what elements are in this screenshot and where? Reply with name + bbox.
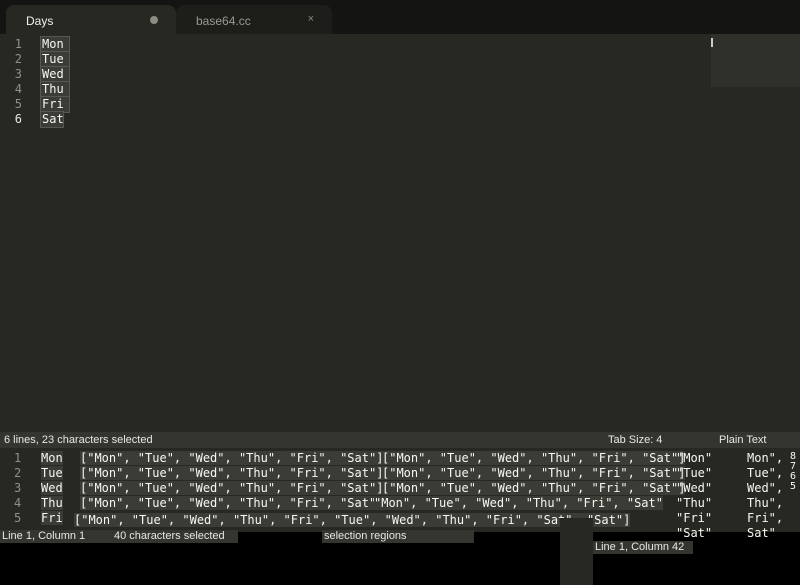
status-characters-selected: 40 characters selected: [112, 530, 238, 543]
code-line[interactable]: Wed: [42, 67, 64, 81]
tab-bar: Days base64.cc ×: [0, 0, 800, 34]
status-selection-regions: selection regions: [322, 530, 474, 543]
code-line[interactable]: Sat: [42, 112, 64, 126]
glitch-word: "Sat": [676, 526, 713, 540]
editor-pane[interactable]: 1 2 3 4 5 6 Mon Tue Wed Thu Fri Sat: [0, 34, 800, 432]
tab-days[interactable]: Days: [6, 5, 176, 34]
line-number: 3: [14, 67, 22, 81]
glitch-array: ["Mon", "Tue", "Wed", "Thu", "Fri", "Sat…: [80, 496, 384, 510]
glitch-word: "Mon": [676, 451, 713, 465]
glitch-word: Tue: [41, 466, 63, 480]
line-number: 4: [14, 82, 22, 96]
line-number: 1: [14, 451, 22, 465]
glitch-number: 5: [790, 481, 797, 492]
glitch-array: "Mon", "Tue", "Wed", "Thu", "Fri", "Sat": [374, 496, 663, 510]
code-line[interactable]: Thu: [42, 82, 64, 96]
glitch-word: "Fri": [676, 511, 713, 525]
status-line-column-2: Line 1, Column 42: [593, 541, 693, 554]
glitch-word: "Wed": [676, 481, 713, 495]
minimap-caret: [711, 38, 713, 47]
glitch-word: Tue",: [747, 466, 784, 480]
tab-base64[interactable]: base64.cc ×: [176, 5, 332, 34]
tab-label: base64.cc: [196, 14, 251, 28]
minimap[interactable]: [711, 34, 800, 87]
line-number: 4: [14, 496, 22, 510]
glitch-word: "Thu": [676, 496, 713, 510]
line-number: 2: [14, 52, 22, 66]
glitch-word: Mon",: [747, 451, 784, 465]
line-number: 5: [14, 511, 22, 525]
syntax-button[interactable]: Plain Text: [719, 434, 767, 446]
glitch-word: Wed",: [747, 481, 784, 495]
render-glitch-area: 1 2 3 4 5 Mon Tue Wed Thu Fri ["Mon", "T…: [0, 448, 800, 585]
glitch-word: Thu",: [747, 496, 784, 510]
glitch-array: ["Mon", "Tue", "Wed", "Thu", "Fri", "Sat…: [80, 466, 384, 480]
code-line[interactable]: Tue: [42, 52, 64, 66]
glitch-array: ["Mon", "Tue", "Wed", "Thu", "Fri", "Sat…: [382, 481, 686, 495]
line-number: 3: [14, 481, 22, 495]
glitch-array: ["Mon", "Tue", "Wed", "Thu", "Fri", "Sat…: [382, 466, 686, 480]
status-line-column: Line 1, Column 1: [0, 530, 112, 543]
glitch-word: Thu: [41, 496, 63, 510]
glitch-array: ["Mon", "Tue", "Wed", "Thu", "Fri", "Sat…: [80, 481, 384, 495]
glitch-word: "Tue": [676, 466, 713, 480]
tab-label: Days: [26, 14, 54, 28]
status-bar: 6 lines, 23 characters selected Tab Size…: [0, 432, 800, 448]
glitch-block: [560, 518, 593, 585]
glitch-array: ["Mon", "Tue", "Wed", "Thu", "Fri", "Sat…: [80, 451, 384, 465]
line-number: 1: [14, 37, 22, 51]
unsaved-dot-icon[interactable]: [150, 16, 158, 24]
line-number: 5: [14, 97, 22, 111]
glitch-word: Fri",: [747, 511, 784, 525]
glitch-word: Wed: [41, 481, 63, 495]
glitch-word: Mon: [41, 451, 63, 465]
glitch-array: ["Mon", "Tue", "Wed", "Thu", "Fri", "Tue…: [74, 513, 631, 527]
tab-size-button[interactable]: Tab Size: 4: [608, 434, 662, 446]
code-line[interactable]: Mon: [42, 37, 64, 51]
glitch-array: ["Mon", "Tue", "Wed", "Thu", "Fri", "Sat…: [382, 451, 686, 465]
glitch-word: Fri: [41, 511, 63, 525]
line-number: 2: [14, 466, 22, 480]
glitch-word: Sat": [747, 526, 776, 540]
close-icon[interactable]: ×: [308, 13, 314, 25]
status-selection: 6 lines, 23 characters selected: [4, 434, 153, 446]
line-number: 6: [14, 112, 22, 126]
code-line[interactable]: Fri: [42, 97, 64, 111]
